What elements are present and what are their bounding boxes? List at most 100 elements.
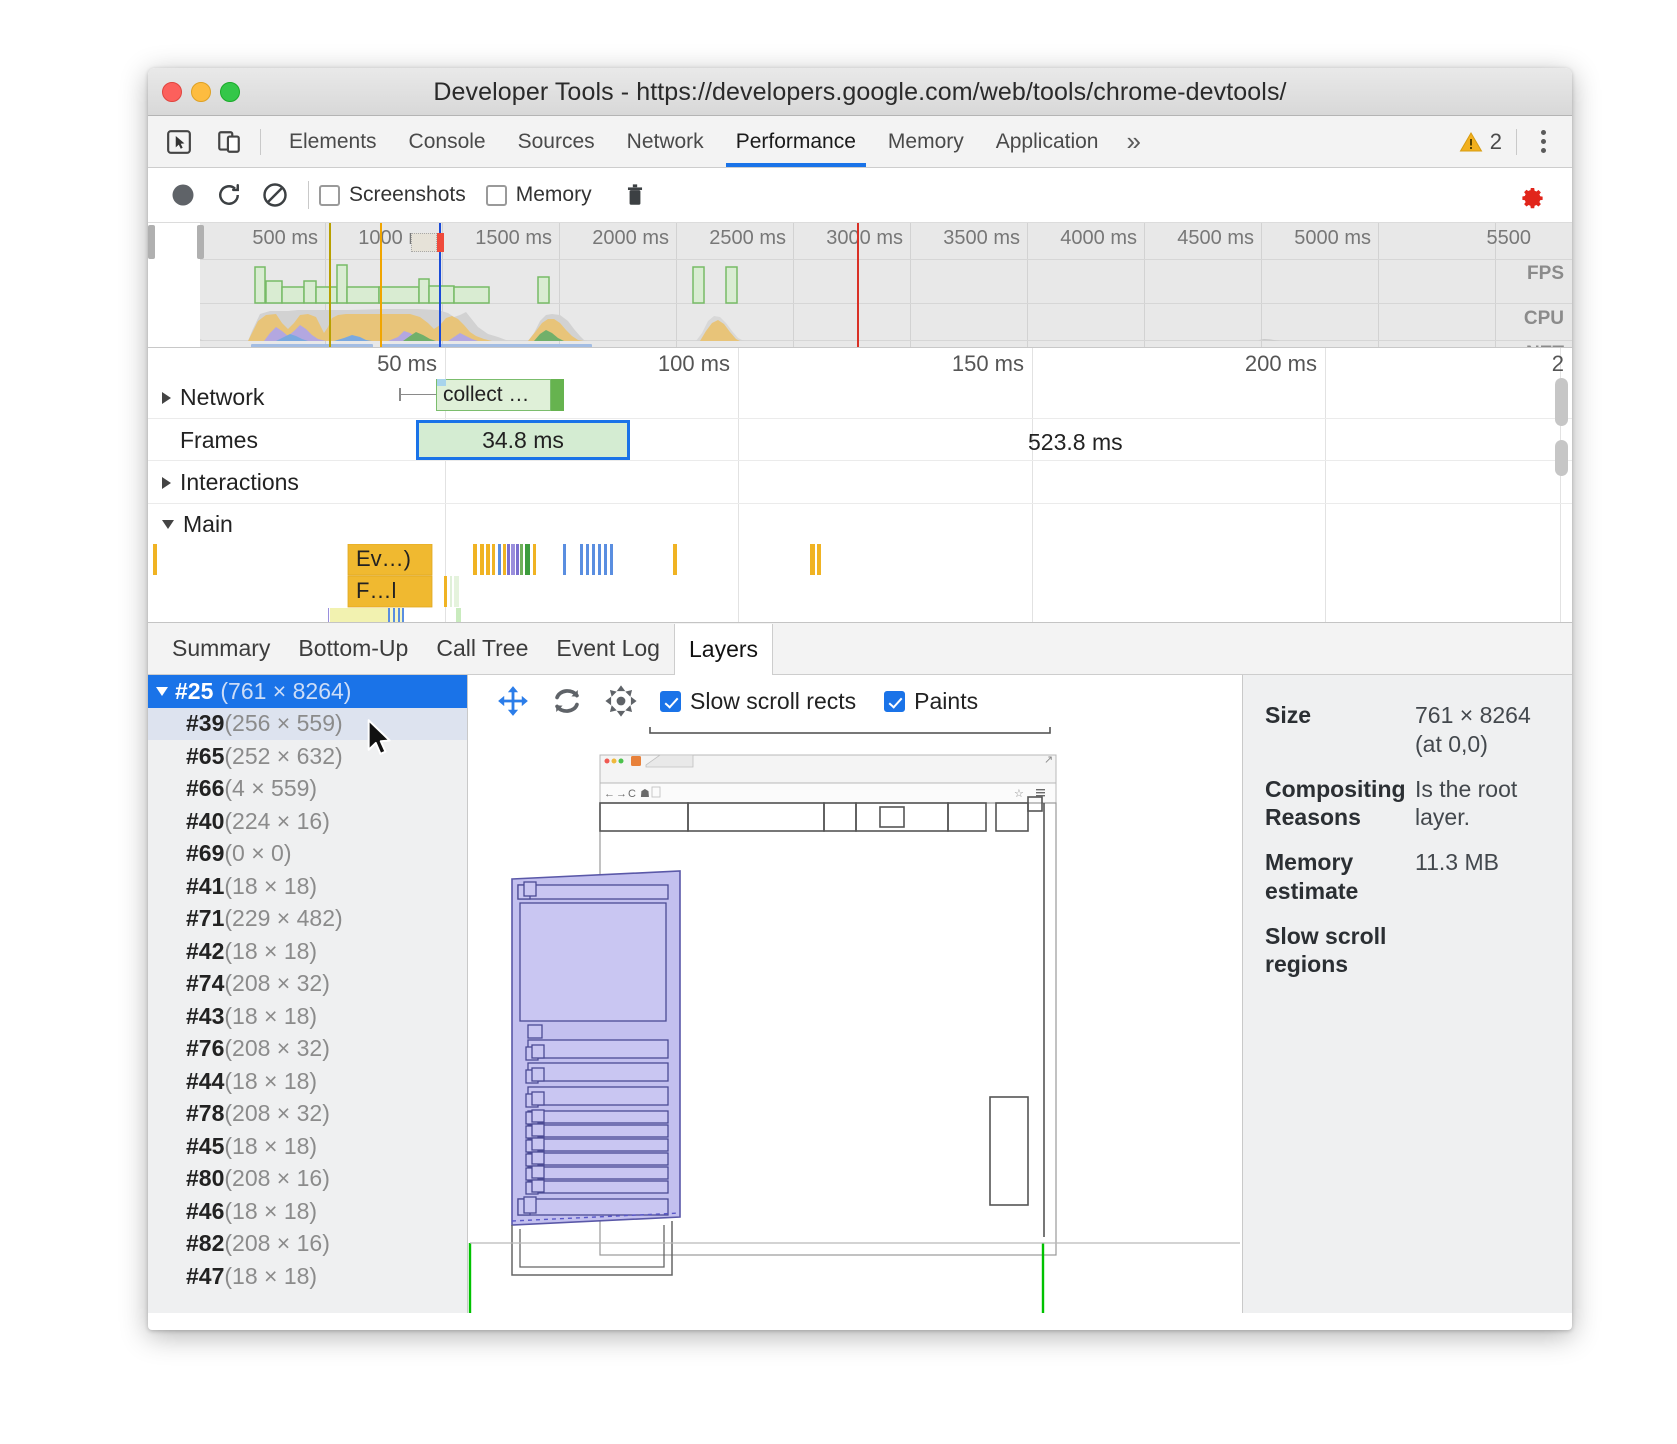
tabbar-right-controls: 2 (1459, 122, 1572, 161)
layer-dims: (208 × 32) (224, 970, 330, 997)
more-tabs-chevron-icon[interactable]: » (1114, 116, 1152, 167)
layer-dims: (18 × 18) (224, 873, 317, 900)
layer-tree-row[interactable]: #66(4 × 559) (148, 773, 467, 806)
flamechart-scrollbar-frames[interactable] (1555, 440, 1568, 476)
tab-sources[interactable]: Sources (502, 116, 611, 167)
layers-tree[interactable]: #25 (761 × 8264) #39 (256 × 559) #65(252… (148, 675, 468, 1313)
layer-id: #82 (186, 1230, 224, 1257)
tab-elements[interactable]: Elements (273, 116, 393, 167)
detail-key: Size (1265, 701, 1415, 759)
tab-memory[interactable]: Memory (872, 116, 980, 167)
layer-tree-row[interactable]: #78(208 × 32) (148, 1098, 467, 1131)
layer-tree-row[interactable]: #46(18 × 18) (148, 1195, 467, 1228)
flamechart-tick-label: 2 (1552, 351, 1572, 377)
flamechart-scrollbar-network[interactable] (1555, 378, 1568, 426)
screenshots-checkbox[interactable]: Screenshots (319, 183, 466, 207)
record-circle-icon[interactable] (160, 172, 206, 218)
layer-dims: (761 × 8264) (220, 678, 351, 705)
tab-application[interactable]: Application (980, 116, 1115, 167)
layers-3d-viewer[interactable]: Slow scroll rects Paints (468, 675, 1242, 1313)
layer-id: #25 (175, 678, 213, 705)
row-label: Interactions (180, 469, 299, 496)
window-title: Developer Tools - https://developers.goo… (148, 78, 1572, 107)
layer-id: #47 (186, 1263, 224, 1290)
detail-row-size: Size 761 × 8264 (at 0,0) (1265, 701, 1554, 759)
layer-tree-row[interactable]: #47(18 × 18) (148, 1260, 467, 1293)
svg-text:☆: ☆ (1014, 788, 1024, 800)
layer-tree-row[interactable]: #40(224 × 16) (148, 805, 467, 838)
reset-center-icon[interactable] (594, 678, 648, 724)
layer-tree-row-root[interactable]: #25 (761 × 8264) (148, 675, 467, 708)
layer-tree-row[interactable]: #65(252 × 632) (148, 740, 467, 773)
clear-no-entry-icon[interactable] (252, 172, 298, 218)
layer-tree-row[interactable]: #80(208 × 16) (148, 1163, 467, 1196)
chevron-right-icon (162, 392, 171, 404)
memory-checkbox[interactable]: Memory (486, 183, 592, 207)
layer-tree-row[interactable]: #71(229 × 482) (148, 903, 467, 936)
warning-indicator[interactable]: 2 (1459, 129, 1502, 155)
main-flamechart-blocks[interactable]: Ev…) F…l (148, 544, 1572, 623)
overview-tick-label: 2500 ms (709, 227, 793, 250)
frame-bar-selected[interactable]: 34.8 ms (416, 420, 630, 460)
overview-tick-label: 2000 ms (592, 227, 676, 250)
drawer-tab-layers[interactable]: Layers (674, 624, 773, 675)
device-toolbar-icon[interactable] (210, 123, 248, 161)
svg-text:☗: ☗ (640, 788, 650, 800)
kebab-menu-icon[interactable] (1531, 122, 1556, 161)
flamechart-tick-label: 200 ms (1245, 351, 1325, 377)
layer-tree-row[interactable]: #82(208 × 16) (148, 1228, 467, 1261)
layer-tree-row[interactable]: #42(18 × 18) (148, 935, 467, 968)
layer-dims: (18 × 18) (224, 1263, 317, 1290)
row-label: Frames (180, 427, 258, 454)
flamechart-tick-label: 50 ms (377, 351, 445, 377)
overview-red-marker (437, 233, 444, 252)
flamechart-row-interactions[interactable]: Interactions (162, 469, 299, 496)
drawer-tab-bottom-up[interactable]: Bottom-Up (284, 623, 422, 674)
tab-console[interactable]: Console (393, 116, 502, 167)
detail-key: Slow scroll regions (1265, 922, 1415, 980)
flamechart-tick-label: 100 ms (658, 351, 738, 377)
tab-label: Memory (888, 130, 964, 154)
layer-tree-row[interactable]: #41(18 × 18) (148, 870, 467, 903)
pan-move-icon[interactable] (486, 678, 540, 724)
overview-left-handle[interactable] (148, 225, 155, 259)
gear-icon[interactable] (1508, 172, 1554, 218)
detail-key: Compositing Reasons (1265, 775, 1415, 833)
layers-3d-canvas[interactable]: ← → C ☗ ☆ ↗ (468, 727, 1242, 1313)
layer-tree-row[interactable]: #43(18 × 18) (148, 1000, 467, 1033)
drawer-tab-call-tree[interactable]: Call Tree (422, 623, 542, 674)
drawer-tab-event-log[interactable]: Event Log (542, 623, 674, 674)
inspect-cursor-icon[interactable] (160, 123, 198, 161)
tab-performance[interactable]: Performance (720, 116, 872, 167)
panel-tabs: Elements Console Sources Network Perform… (273, 116, 1153, 167)
layer-dims: (18 × 18) (224, 938, 317, 965)
paints-checkbox[interactable]: Paints (884, 688, 978, 715)
timeline-overview[interactable]: 500 ms 1000 ms 1500 ms 2000 ms 2500 ms 3… (148, 223, 1572, 348)
layer-id: #40 (186, 808, 224, 835)
slow-scroll-rects-checkbox[interactable]: Slow scroll rects (660, 688, 856, 715)
network-whisker-cap (399, 388, 401, 401)
layer-dims: (208 × 32) (224, 1035, 330, 1062)
network-event-bar[interactable]: collect … (436, 379, 551, 411)
overview-right-handle[interactable] (197, 225, 204, 259)
trash-icon[interactable] (612, 172, 658, 218)
flamechart-row-frames[interactable]: Frames (180, 427, 258, 454)
layer-tree-row[interactable]: #74(208 × 32) (148, 968, 467, 1001)
layer-tree-row[interactable]: #39 (256 × 559) (148, 708, 467, 741)
flamechart-row-main[interactable]: Main (162, 511, 233, 538)
layer-dims: (229 × 482) (224, 905, 342, 932)
rotate-icon[interactable] (540, 678, 594, 724)
flamechart-panel[interactable]: 50 ms 100 ms 150 ms 200 ms 2 Network col… (148, 348, 1572, 623)
detail-value: 11.3 MB (1415, 848, 1554, 906)
detail-row-memory-estimate: Memory estimate 11.3 MB (1265, 848, 1554, 906)
layer-tree-row[interactable]: #45(18 × 18) (148, 1130, 467, 1163)
layer-tree-row[interactable]: #76(208 × 32) (148, 1033, 467, 1066)
layer-tree-row[interactable]: #44(18 × 18) (148, 1065, 467, 1098)
layer-tree-row[interactable]: #69(0 × 0) (148, 838, 467, 871)
flamechart-row-network[interactable]: Network (162, 384, 264, 411)
tab-network[interactable]: Network (611, 116, 720, 167)
layer-dims: (256 × 559) (224, 710, 342, 737)
reload-record-icon[interactable] (206, 172, 252, 218)
drawer-tab-summary[interactable]: Summary (158, 623, 284, 674)
layer-dims: (0 × 0) (224, 840, 291, 867)
